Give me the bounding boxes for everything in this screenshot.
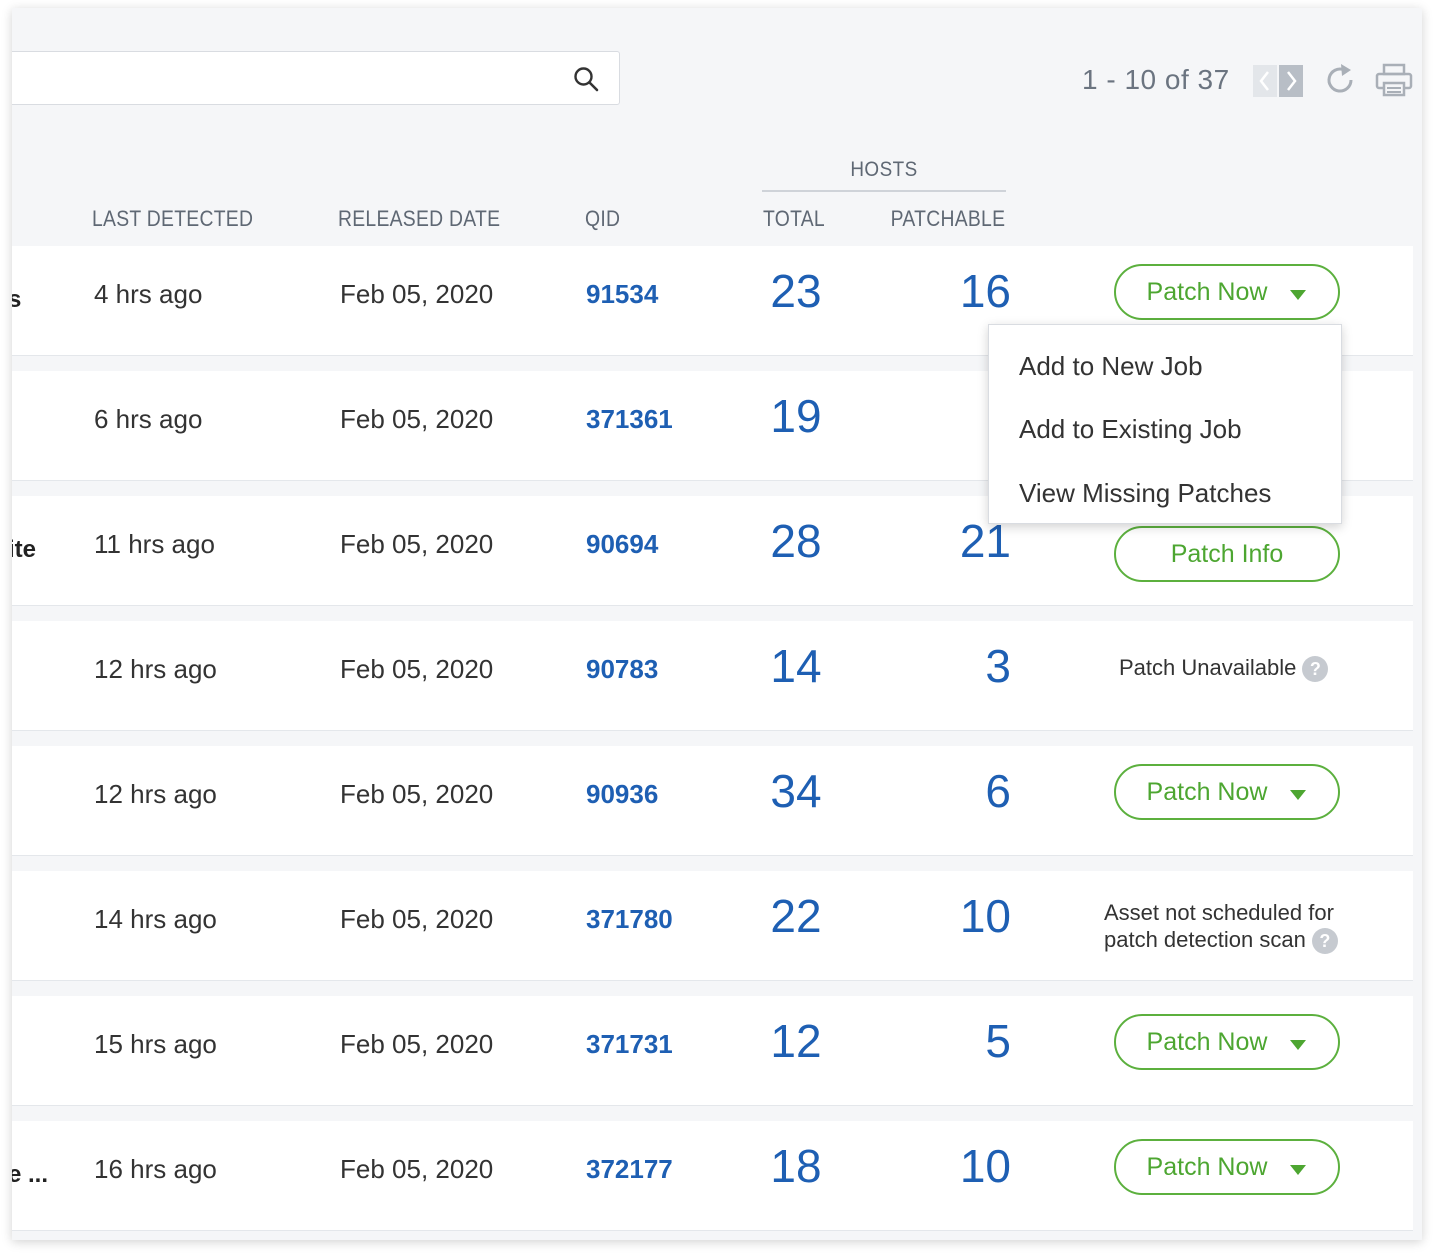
column-header-total[interactable]: TOTAL [763,206,825,232]
last-detected-value: 15 hrs ago [94,1029,217,1059]
next-page-icon [1287,71,1297,91]
pagination-text: 1 - 10 of 37 [1082,64,1230,95]
total-hosts-value[interactable]: 22 [748,889,844,943]
patch-detection-scan-text: patch detection scan? [1104,926,1338,955]
last-detected-value: 12 hrs ago [94,654,217,684]
patch-now-label: Patch Now [1146,778,1268,806]
total-hosts-value[interactable]: 14 [748,639,844,693]
total-hosts-value[interactable]: 12 [748,1014,844,1068]
released-date-value: Feb 05, 2020 [340,404,494,434]
vulnerability-patch-panel: 1 - 10 of 37 HOSTS LAST DETECTED RELEASE… [12,8,1422,1240]
qid-link[interactable]: 372177 [586,1154,673,1185]
column-header-last-detected[interactable]: LAST DETECTED [92,206,253,232]
last-detected-value: 14 hrs ago [94,904,217,934]
prev-page-button[interactable] [1253,65,1277,97]
released-date-value: Feb 05, 2020 [340,1154,494,1184]
patch-now-button[interactable]: Patch Now [1114,1139,1340,1195]
patchable-hosts-value[interactable]: 16 [960,264,1011,318]
table-row[interactable]: 14 hrs ago Feb 05, 2020 371780 22 10 Ass… [12,871,1413,981]
patchable-hosts-value[interactable]: 10 [960,889,1011,943]
patch-info-button[interactable]: Patch Info [1114,526,1340,582]
caret-down-icon [1290,290,1306,300]
patchable-hosts-value[interactable]: 6 [985,764,1011,818]
hosts-group-header: HOSTS [850,158,918,181]
patch-now-button[interactable]: Patch Now [1114,764,1340,820]
released-date-value: Feb 05, 2020 [340,779,494,809]
released-date-value: Feb 05, 2020 [340,279,494,309]
column-header-patchable[interactable]: PATCHABLE [890,206,1005,232]
table-row[interactable]: 12 hrs ago Feb 05, 2020 90936 34 6 Patch… [12,746,1413,856]
released-date-value: Feb 05, 2020 [340,654,494,684]
qid-link[interactable]: 90783 [586,654,658,685]
caret-down-icon [1290,790,1306,800]
patch-now-button[interactable]: Patch Now [1114,1014,1340,1070]
table-row[interactable]: 12 hrs ago Feb 05, 2020 90783 14 3 Patch… [12,621,1413,731]
patch-unavailable-text: Patch Unavailable [1119,655,1297,680]
total-hosts-value[interactable]: 23 [748,264,844,318]
patch-now-label: Patch Now [1146,1028,1268,1056]
total-hosts-value[interactable]: 28 [748,514,844,568]
qid-link[interactable]: 90694 [586,529,658,560]
help-icon[interactable]: ? [1302,656,1329,683]
last-detected-value: 11 hrs ago [94,529,215,559]
column-header-qid[interactable]: QID [585,206,620,232]
patch-now-label: Patch Now [1146,278,1268,306]
total-hosts-value[interactable]: 18 [748,1139,844,1193]
asset-not-scheduled-text: Asset not scheduled for [1104,900,1334,925]
last-detected-value: 4 hrs ago [94,279,203,309]
released-date-value: Feb 05, 2020 [340,904,494,934]
qid-link[interactable]: 90936 [586,779,658,810]
total-hosts-value[interactable]: 34 [748,764,844,818]
patch-now-dropdown-menu: Add to New Job Add to Existing Job View … [988,324,1342,524]
qid-link[interactable]: 91534 [586,279,658,310]
released-date-value: Feb 05, 2020 [340,1029,494,1059]
search-input[interactable] [12,51,620,105]
last-detected-value: 16 hrs ago [94,1154,217,1184]
table-row[interactable]: 15 hrs ago Feb 05, 2020 371731 12 5 Patc… [12,996,1413,1106]
prev-page-icon [1259,71,1269,91]
released-date-value: Feb 05, 2020 [340,529,494,559]
patch-now-label: Patch Now [1146,1153,1268,1181]
search-icon[interactable] [573,66,599,92]
patch-now-button[interactable]: Patch Now [1114,264,1340,320]
qid-link[interactable]: 371731 [586,1029,673,1060]
menu-item-view-missing-patches[interactable]: View Missing Patches [1019,478,1271,509]
menu-item-add-to-new-job[interactable]: Add to New Job [1019,351,1203,382]
menu-item-add-to-existing-job[interactable]: Add to Existing Job [1019,414,1242,445]
patchable-hosts-value[interactable]: 3 [985,639,1011,693]
row-title: e ... [12,1161,49,1188]
help-icon[interactable]: ? [1311,928,1338,955]
last-detected-value: 12 hrs ago [94,779,217,809]
row-title: ite [12,536,37,563]
hosts-group-divider [762,190,1006,192]
caret-down-icon [1290,1165,1306,1175]
qid-link[interactable]: 371780 [586,904,673,935]
patchable-hosts-value[interactable]: 10 [960,1139,1011,1193]
refresh-icon[interactable] [1322,62,1358,98]
total-hosts-value[interactable]: 19 [748,389,844,443]
qid-link[interactable]: 371361 [586,404,673,435]
row-title: s [12,286,22,313]
caret-down-icon [1290,1040,1306,1050]
column-header-released-date[interactable]: RELEASED DATE [338,206,500,232]
patch-status: Asset not scheduled for patch detection … [1104,899,1338,955]
next-page-button[interactable] [1279,65,1303,97]
table-row[interactable]: e ... 16 hrs ago Feb 05, 2020 372177 18 … [12,1121,1413,1231]
print-icon[interactable] [1375,62,1413,98]
patchable-hosts-value[interactable]: 5 [985,1014,1011,1068]
last-detected-value: 6 hrs ago [94,404,203,434]
patch-status: Patch Unavailable? [1119,655,1329,683]
